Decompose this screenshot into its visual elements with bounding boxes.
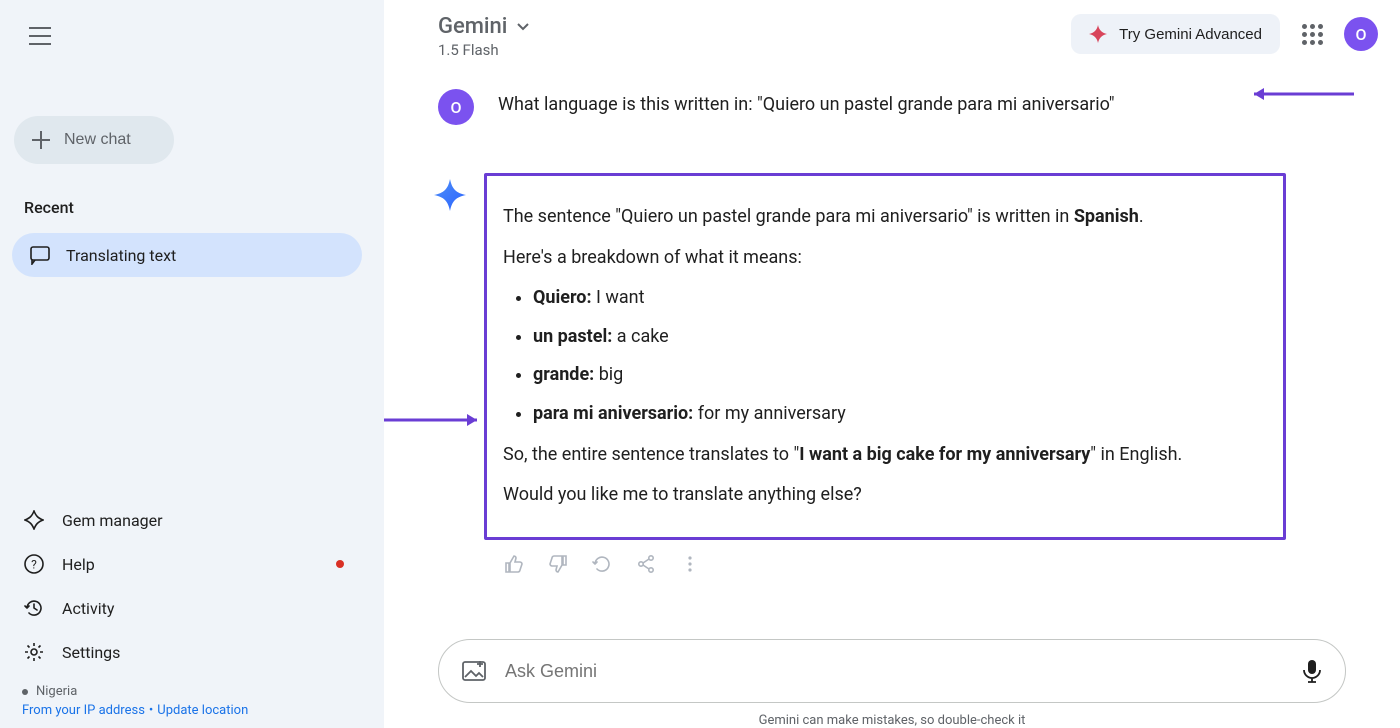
svg-text:?: ? bbox=[31, 558, 37, 572]
footer-disclaimer: Gemini can make mistakes, so double-chec… bbox=[384, 713, 1400, 728]
menu-icon bbox=[29, 27, 51, 45]
response-intro-prefix: The sentence "Quiero un pastel grande pa… bbox=[503, 206, 1074, 227]
app-title: Gemini bbox=[438, 14, 507, 39]
try-advanced-button[interactable]: Try Gemini Advanced bbox=[1071, 14, 1280, 54]
nav-label: Settings bbox=[62, 643, 120, 662]
mic-icon bbox=[1301, 658, 1323, 684]
account-avatar[interactable]: O bbox=[1344, 17, 1378, 51]
help-icon: ? bbox=[24, 554, 44, 574]
response-intro-bold: Spanish bbox=[1074, 206, 1139, 227]
conversation: O What language is this written in: "Qui… bbox=[384, 59, 1400, 629]
recent-chat-label: Translating text bbox=[66, 246, 176, 265]
header: Gemini 1.5 Flash Try Gemini Advanced O bbox=[384, 0, 1400, 59]
nav-label: Gem manager bbox=[62, 511, 163, 530]
translation-suffix: " in English. bbox=[1090, 444, 1182, 465]
thumbs-down-button[interactable] bbox=[548, 554, 568, 574]
nav-settings[interactable]: Settings bbox=[12, 630, 362, 674]
user-message-row: O What language is this written in: "Qui… bbox=[438, 89, 1346, 125]
user-message-text: What language is this written in: "Quier… bbox=[498, 94, 1114, 115]
nav-help[interactable]: ? Help bbox=[12, 542, 362, 586]
input-bar bbox=[438, 639, 1346, 703]
nav-label: Activity bbox=[62, 599, 114, 618]
menu-button[interactable] bbox=[20, 16, 60, 56]
list-item: para mi aniversario: for my anniversary bbox=[533, 399, 1263, 430]
new-chat-button[interactable]: New chat bbox=[14, 116, 174, 164]
response-intro-suffix: . bbox=[1139, 206, 1144, 227]
translation-bold: I want a big cake for my anniversary bbox=[799, 444, 1090, 465]
gemini-sparkle-icon bbox=[434, 179, 466, 211]
regenerate-button[interactable] bbox=[592, 554, 612, 574]
list-item: Quiero: I want bbox=[533, 283, 1263, 314]
mic-button[interactable] bbox=[1301, 658, 1323, 684]
response-actions bbox=[504, 554, 1346, 574]
avatar-initial: O bbox=[1355, 25, 1366, 44]
nav-label: Help bbox=[62, 555, 95, 574]
location-dot-icon bbox=[22, 689, 28, 695]
list-item: un pastel: a cake bbox=[533, 322, 1263, 353]
image-icon bbox=[461, 658, 487, 684]
location-block: Nigeria From your IP address • Update loca… bbox=[22, 684, 372, 718]
user-initial: O bbox=[450, 98, 461, 117]
new-chat-label: New chat bbox=[64, 131, 131, 149]
user-avatar: O bbox=[438, 89, 474, 125]
image-upload-button[interactable] bbox=[461, 658, 487, 684]
gem-icon bbox=[24, 510, 44, 530]
notification-dot bbox=[336, 560, 344, 568]
chevron-down-icon bbox=[517, 23, 529, 31]
plus-icon bbox=[32, 131, 50, 149]
breakdown-label: Here's a breakdown of what it means: bbox=[503, 243, 1263, 274]
recent-chat-item[interactable]: Translating text bbox=[12, 233, 362, 277]
recent-heading: Recent bbox=[24, 198, 372, 217]
update-location-link[interactable]: Update location bbox=[157, 703, 248, 718]
share-button[interactable] bbox=[636, 554, 656, 574]
sidebar: New chat Recent Translating text Gem man… bbox=[0, 0, 384, 728]
model-selector[interactable]: Gemini bbox=[438, 14, 529, 39]
prompt-input[interactable] bbox=[505, 661, 1283, 682]
response-row: The sentence "Quiero un pastel grande pa… bbox=[438, 173, 1346, 540]
model-subtitle: 1.5 Flash bbox=[438, 41, 529, 59]
sparkle-icon bbox=[1089, 25, 1107, 43]
response-box: The sentence "Quiero un pastel grande pa… bbox=[484, 173, 1286, 540]
history-icon bbox=[24, 598, 44, 618]
apps-launcher[interactable] bbox=[1300, 22, 1324, 46]
settings-icon bbox=[24, 642, 44, 662]
main-panel: Gemini 1.5 Flash Try Gemini Advanced O O bbox=[384, 0, 1400, 728]
more-button[interactable] bbox=[680, 554, 700, 574]
chat-icon bbox=[30, 245, 50, 265]
list-item: grande: big bbox=[533, 360, 1263, 391]
try-advanced-label: Try Gemini Advanced bbox=[1119, 26, 1262, 43]
response-followup: Would you like me to translate anything … bbox=[503, 480, 1263, 511]
separator: • bbox=[149, 703, 153, 718]
breakdown-list: Quiero: I want un pastel: a cake grande:… bbox=[503, 283, 1263, 429]
location-country: Nigeria bbox=[36, 684, 77, 699]
ip-address-link[interactable]: From your IP address bbox=[22, 703, 145, 718]
translation-prefix: So, the entire sentence translates to " bbox=[503, 444, 799, 465]
nav-activity[interactable]: Activity bbox=[12, 586, 362, 630]
nav-gem-manager[interactable]: Gem manager bbox=[12, 498, 362, 542]
thumbs-up-button[interactable] bbox=[504, 554, 524, 574]
